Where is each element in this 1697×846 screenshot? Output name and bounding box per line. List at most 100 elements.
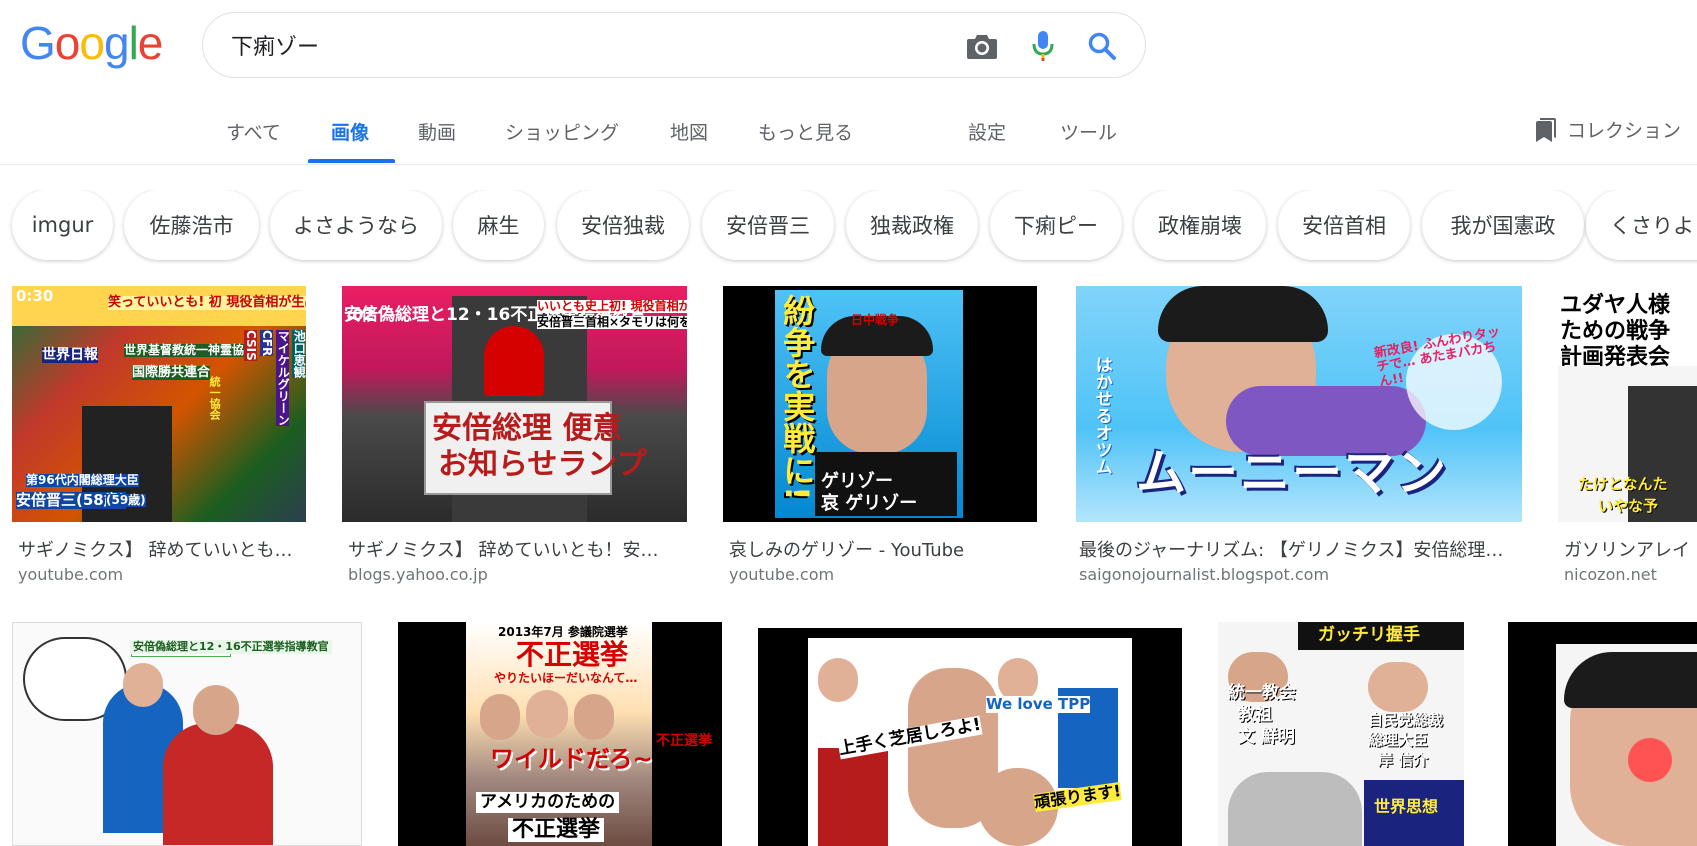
logo-letter: G — [20, 17, 56, 69]
image-text: ワイルドだろ~ — [490, 745, 653, 773]
image-text: 世界日報 — [42, 347, 98, 364]
image-text: CFR — [260, 330, 275, 357]
image-text: マイケルグリーン — [276, 330, 291, 426]
result-caption[interactable]: 最後のジャーナリズム: 【ゲリノミクス】安倍総理… — [1079, 536, 1515, 562]
chip[interactable]: 麻生 — [453, 190, 544, 260]
image-text: お知らせランプ — [438, 447, 647, 482]
chip[interactable]: 安倍晋三 — [702, 190, 834, 260]
image-text: 0:30 — [16, 287, 54, 305]
result-image[interactable]: ガッチリ握手 統一教会 教祖 文 鮮明 自民党総裁 総理大臣 岸 信介 世界思想 — [1218, 622, 1464, 846]
result-caption[interactable]: サギノミクス】 辞めていいとも… — [18, 536, 304, 562]
active-tab-indicator — [308, 159, 395, 163]
image-text: アメリカのための — [476, 792, 620, 813]
image-text: いいとも史上初! 現役首相が生出演 — [537, 299, 687, 314]
image-text: やりたいほーだいなんて… — [494, 671, 638, 685]
image-text: 哀 ゲリゾー — [821, 493, 918, 514]
image-text: 笑っていいとも! 初 現役首相が生出演 — [108, 295, 306, 311]
related-chips: imgur 佐藤浩市 よさようなら 麻生 安倍独裁 安倍晋三 独裁政権 下痢ピー… — [0, 190, 1697, 264]
search-box — [202, 12, 1146, 78]
image-text: 総理大臣 — [1368, 731, 1429, 749]
logo-letter: e — [137, 17, 164, 69]
image-text: 自民党総裁 — [1368, 711, 1444, 729]
image-text: 不正選挙 — [516, 638, 629, 671]
image-text: 計画発表会 — [1560, 345, 1671, 370]
tab-tools[interactable]: ツール — [1060, 118, 1117, 145]
image-text: いやな予 — [1598, 497, 1659, 515]
logo-letter: g — [103, 17, 130, 69]
microphone-icon[interactable] — [1026, 29, 1060, 63]
google-logo[interactable]: Google — [20, 17, 164, 69]
result-image[interactable]: 0:30 笑っていいとも! 初 現役首相が生出演 世界日報 世界基督教統一神霊協… — [12, 286, 306, 522]
result-caption[interactable]: 哀しみのゲリゾー - YouTube — [729, 536, 1039, 562]
image-text: 統一協会 — [208, 376, 222, 420]
result-image[interactable]: 紛争を実戦に! 日中戦争 ゲリゾー 哀 ゲリゾー — [723, 286, 1037, 522]
image-text: (59歳) — [106, 493, 146, 508]
tab-all[interactable]: すべて — [226, 118, 281, 145]
result-image[interactable]: 安倍偽総理と12・16不正選挙指導教官 いいとも史上初! 現役首相が生出演 安倍… — [342, 286, 687, 522]
result-image[interactable]: Ezekiel's Wheel — [12, 622, 362, 846]
logo-letter: o — [79, 17, 105, 69]
tab-settings[interactable]: 設定 — [968, 118, 1006, 145]
search-input[interactable] — [231, 27, 911, 63]
result-image[interactable]: ユダヤ人様 ための戦争 計画発表会 たけとなんた いやな予 — [1558, 286, 1697, 522]
image-text: ユダヤ人様 — [1560, 293, 1671, 318]
result-domain: nicozon.net — [1564, 565, 1657, 584]
image-text: 紛争を実戦に! — [778, 294, 817, 501]
image-text: 教祖 — [1238, 705, 1272, 725]
image-text: 統一教会 — [1228, 683, 1296, 703]
result-image[interactable]: We love TPP 上手く芝居しろよ! 頑張ります! — [758, 628, 1182, 846]
chip[interactable]: 下痢ピー — [990, 190, 1122, 260]
bookmark-icon — [1536, 117, 1556, 142]
image-text: We love TPP — [986, 695, 1091, 713]
tab-more[interactable]: もっと見る — [758, 118, 853, 145]
chip[interactable]: くさりよ — [1586, 190, 1697, 260]
tab-images[interactable]: 画像 — [331, 118, 369, 145]
camera-icon[interactable] — [965, 29, 999, 63]
image-text: ための戦争 — [1560, 319, 1671, 344]
chip[interactable]: 我が国憲政 — [1422, 190, 1584, 260]
tab-shopping[interactable]: ショッピング — [505, 118, 619, 145]
image-text: ゲリゾー — [821, 471, 893, 492]
result-domain: blogs.yahoo.co.jp — [348, 565, 488, 584]
chip[interactable]: imgur — [12, 190, 113, 260]
tab-videos[interactable]: 動画 — [418, 118, 456, 145]
result-caption[interactable]: サギノミクス】 辞めていいとも！安… — [348, 536, 684, 562]
chip[interactable]: 佐藤浩市 — [124, 190, 259, 260]
chip[interactable]: 政権崩壊 — [1134, 190, 1266, 260]
image-text: 文 鮮明 — [1238, 727, 1295, 747]
image-text: 世界基督教統一神霊協会 — [124, 343, 257, 358]
image-text: 池口恵観 — [292, 330, 306, 378]
image-text: 安倍総理 便意 — [432, 411, 623, 446]
image-text: 日中戦争 — [851, 313, 900, 327]
result-caption[interactable]: ガソリンアレイ — [1564, 536, 1697, 562]
collection-link[interactable]: コレクション — [1535, 116, 1681, 143]
image-text: たけとなんた — [1578, 475, 1668, 493]
collection-label: コレクション — [1567, 120, 1682, 142]
image-text: 不正選挙 — [656, 733, 712, 749]
result-image[interactable]: 2013年7月 参議院選挙 不正選挙 やりたいほーだいなんて… ワイルドだろ~ … — [398, 622, 722, 846]
chip[interactable]: 安倍独裁 — [557, 190, 689, 260]
image-text: 不正選挙 — [508, 817, 605, 843]
search-icon[interactable] — [1085, 29, 1119, 63]
image-text: はかせるオツム — [1091, 356, 1112, 475]
search-tabs: すべて 画像 動画 ショッピング 地図 もっと見る 設定 ツール — [0, 100, 1697, 165]
image-text: ガッチリ握手 — [1318, 625, 1420, 645]
logo-letter: l — [128, 17, 139, 69]
image-text: 世界思想 — [1374, 797, 1439, 816]
logo-letter: o — [54, 17, 81, 69]
chip[interactable]: よさようなら — [270, 190, 442, 260]
image-text: 岸 信介 — [1378, 751, 1429, 769]
image-text: 第96代内閣総理大臣 — [26, 473, 139, 488]
result-domain: saigonojournalist.blogspot.com — [1079, 565, 1330, 584]
chip[interactable]: 安倍首相 — [1278, 190, 1410, 260]
image-text: ムーニーマン — [1136, 444, 1448, 502]
result-domain: youtube.com — [729, 565, 835, 584]
image-text: 国際勝共連合 — [132, 365, 211, 381]
chip[interactable]: 独裁政権 — [846, 190, 978, 260]
result-domain: youtube.com — [18, 565, 124, 584]
image-text: :02 — [346, 305, 375, 324]
result-image[interactable] — [1508, 622, 1697, 846]
result-image[interactable]: はかせるオツム 新改良! ふんわりタッチで… あたまバカちん!! ムーニーマン — [1076, 286, 1522, 522]
image-text: CSIS — [244, 330, 259, 361]
tab-maps[interactable]: 地図 — [670, 118, 708, 145]
